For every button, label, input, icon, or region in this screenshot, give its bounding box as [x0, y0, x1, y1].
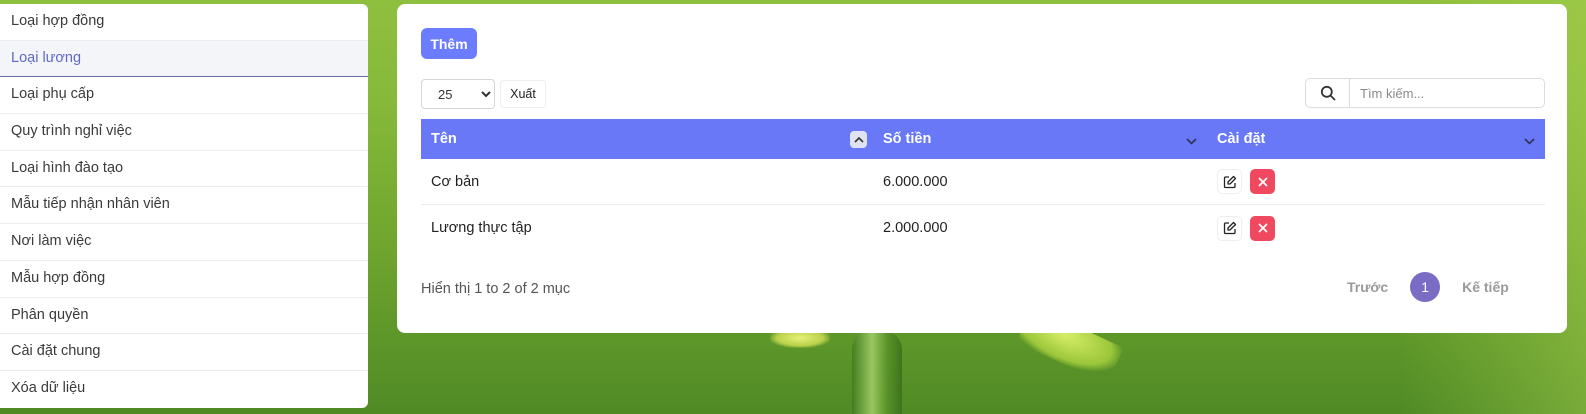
pagination: Trước 1 Kế tiếp: [1347, 272, 1509, 302]
cell-name: Cơ bản: [431, 173, 480, 190]
search-icon[interactable]: [1306, 79, 1350, 107]
sidebar-item-contract-template[interactable]: Mẫu hợp đồng: [0, 261, 368, 298]
previous-page-button[interactable]: Trước: [1347, 279, 1388, 295]
sidebar-item-allowance-type[interactable]: Loại phụ cấp: [0, 77, 368, 115]
table-info: Hiển thị 1 to 2 of 2 mục: [421, 281, 571, 297]
column-amount-header[interactable]: Số tiền: [873, 119, 1207, 159]
close-icon[interactable]: [1250, 169, 1275, 194]
edit-icon[interactable]: [1217, 215, 1242, 241]
table-row: Lương thực tập 2.000.000: [421, 205, 1545, 251]
sidebar-item-workplace[interactable]: Nơi làm việc: [0, 224, 368, 261]
column-settings-header[interactable]: Cài đặt: [1207, 119, 1545, 159]
cell-actions: [1207, 169, 1545, 194]
close-icon[interactable]: [1250, 215, 1275, 241]
export-button[interactable]: Xuất: [500, 80, 546, 108]
cell-actions: [1207, 215, 1545, 241]
sidebar-item-permissions[interactable]: Phân quyền: [0, 298, 368, 335]
table-row: Cơ bản 6.000.000: [421, 159, 1545, 205]
column-amount-label: Số tiền: [883, 131, 932, 147]
edit-icon[interactable]: [1217, 169, 1242, 194]
salary-type-panel: Thêm 25 Xuất Tên Số tiền Cài đặt: [397, 4, 1567, 333]
table-header: Tên Số tiền Cài đặt: [421, 119, 1545, 159]
cell-amount: 6.000.000: [883, 173, 948, 190]
column-name-label: Tên: [431, 131, 457, 147]
background-stem: [852, 330, 902, 414]
chevron-down-icon[interactable]: [1524, 133, 1535, 149]
sidebar-item-delete-data[interactable]: Xóa dữ liệu: [0, 371, 368, 408]
next-page-button[interactable]: Kế tiếp: [1462, 279, 1509, 295]
salary-table: Tên Số tiền Cài đặt Cơ bản 6.000.000 Lươ…: [421, 119, 1545, 251]
settings-sidebar: Loại hợp đồng Loại lương Loại phụ cấp Qu…: [0, 4, 368, 408]
page-number-button[interactable]: 1: [1410, 272, 1441, 302]
chevron-up-icon[interactable]: [850, 131, 867, 148]
column-name-header[interactable]: Tên: [421, 119, 873, 159]
add-button[interactable]: Thêm: [421, 28, 477, 59]
sidebar-item-salary-type[interactable]: Loại lương: [0, 40, 368, 78]
sidebar-item-resignation-process[interactable]: Quy trình nghỉ việc: [0, 114, 368, 151]
cell-name: Lương thực tập: [431, 220, 532, 236]
sidebar-item-contract-type[interactable]: Loại hợp đồng: [0, 4, 368, 41]
sidebar-item-onboarding-template[interactable]: Mẫu tiếp nhận nhân viên: [0, 187, 368, 225]
column-settings-label: Cài đặt: [1217, 131, 1266, 147]
sidebar-item-general-settings[interactable]: Cài đặt chung: [0, 334, 368, 371]
page-size-select[interactable]: 25: [421, 79, 495, 109]
search-box: [1305, 78, 1545, 108]
chevron-down-icon[interactable]: [1186, 133, 1197, 149]
search-input[interactable]: [1350, 79, 1544, 107]
sidebar-item-training-type[interactable]: Loại hình đào tạo: [0, 151, 368, 188]
cell-amount: 2.000.000: [883, 220, 948, 236]
